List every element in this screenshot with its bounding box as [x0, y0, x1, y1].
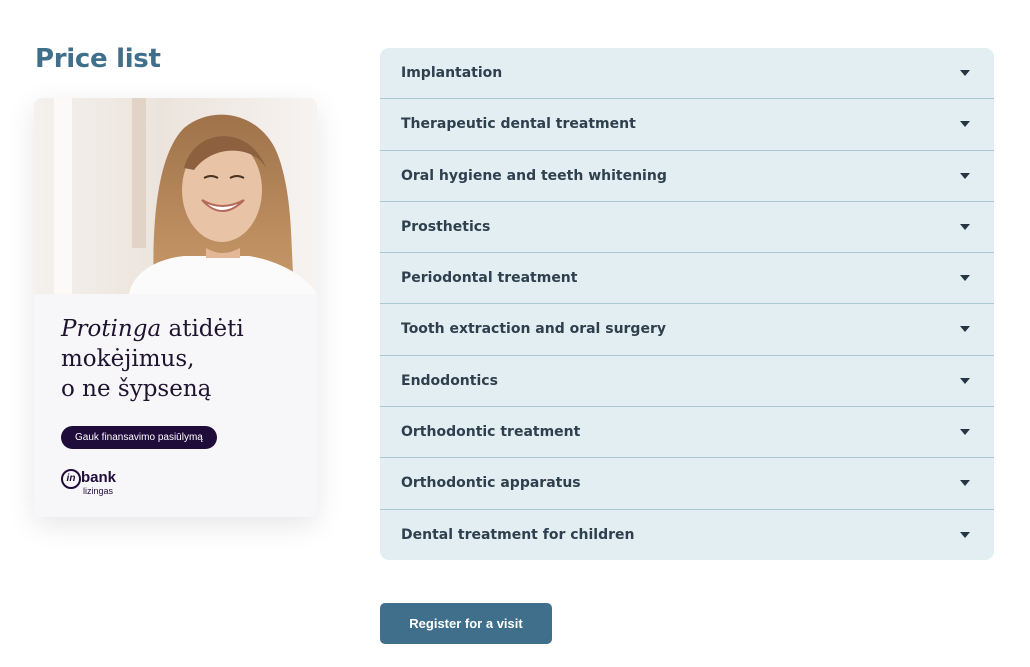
inbank-logo: in bank lizingas	[61, 468, 141, 498]
financing-promo-banner[interactable]: Protinga atidėti mokėjimus, o ne šypseną…	[34, 98, 317, 517]
caret-down-icon[interactable]	[960, 429, 970, 436]
price-list-accordion: Implantation Therapeutic dental treatment…	[380, 48, 994, 560]
caret-down-icon[interactable]	[960, 223, 970, 230]
accordion-item[interactable]: Oral hygiene and teeth whitening	[380, 151, 994, 202]
register-visit-button[interactable]: Register for a visit	[380, 603, 552, 644]
accordion-item-label: Orthodontic apparatus	[401, 475, 581, 492]
promo-headline-line2: mokėjimus,	[61, 346, 195, 372]
promo-headline-line1: atidėti	[161, 316, 244, 342]
caret-down-icon[interactable]	[960, 121, 970, 128]
accordion-item[interactable]: Implantation	[380, 48, 994, 100]
accordion-item[interactable]: Dental treatment for children	[380, 510, 994, 560]
accordion-item[interactable]: Tooth extraction and oral surgery	[380, 304, 994, 356]
accordion-item-label: Periodontal treatment	[401, 270, 578, 287]
accordion-item-label: Oral hygiene and teeth whitening	[401, 167, 667, 184]
caret-down-icon[interactable]	[960, 172, 970, 179]
accordion-item[interactable]: Orthodontic apparatus	[380, 458, 994, 510]
accordion-item-label: Orthodontic treatment	[401, 424, 581, 441]
promo-headline-emphasis: Protinga	[61, 316, 162, 342]
financing-offer-button[interactable]: Gauk finansavimo pasiūlymą	[61, 426, 217, 449]
promo-photo	[34, 98, 317, 294]
promo-headline-line3: o ne šypseną	[61, 376, 212, 402]
accordion-item[interactable]: Orthodontic treatment	[380, 407, 994, 459]
accordion-item[interactable]: Periodontal treatment	[380, 253, 994, 305]
brand-name: bank	[81, 469, 117, 486]
caret-down-icon[interactable]	[960, 70, 970, 76]
accordion-item[interactable]: Prosthetics	[380, 202, 994, 254]
accordion-item-label: Tooth extraction and oral surgery	[401, 321, 666, 338]
brand-subtitle: lizingas	[83, 486, 114, 496]
accordion-item-label: Implantation	[401, 65, 503, 81]
accordion-item[interactable]: Endodontics	[380, 356, 994, 408]
accordion-item[interactable]: Therapeutic dental treatment	[380, 99, 994, 151]
caret-down-icon[interactable]	[960, 531, 970, 538]
inbank-mark-icon: in	[61, 469, 81, 489]
accordion-item-label: Dental treatment for children	[401, 526, 635, 543]
accordion-item-label: Prosthetics	[401, 218, 491, 235]
accordion-item-label: Therapeutic dental treatment	[401, 116, 636, 133]
caret-down-icon[interactable]	[960, 480, 970, 487]
promo-headline: Protinga atidėti mokėjimus, o ne šypseną	[61, 314, 311, 404]
page-title: Price list	[35, 44, 161, 74]
caret-down-icon[interactable]	[960, 377, 970, 384]
caret-down-icon[interactable]	[960, 326, 970, 333]
accordion-item-label: Endodontics	[401, 372, 498, 389]
caret-down-icon[interactable]	[960, 275, 970, 282]
